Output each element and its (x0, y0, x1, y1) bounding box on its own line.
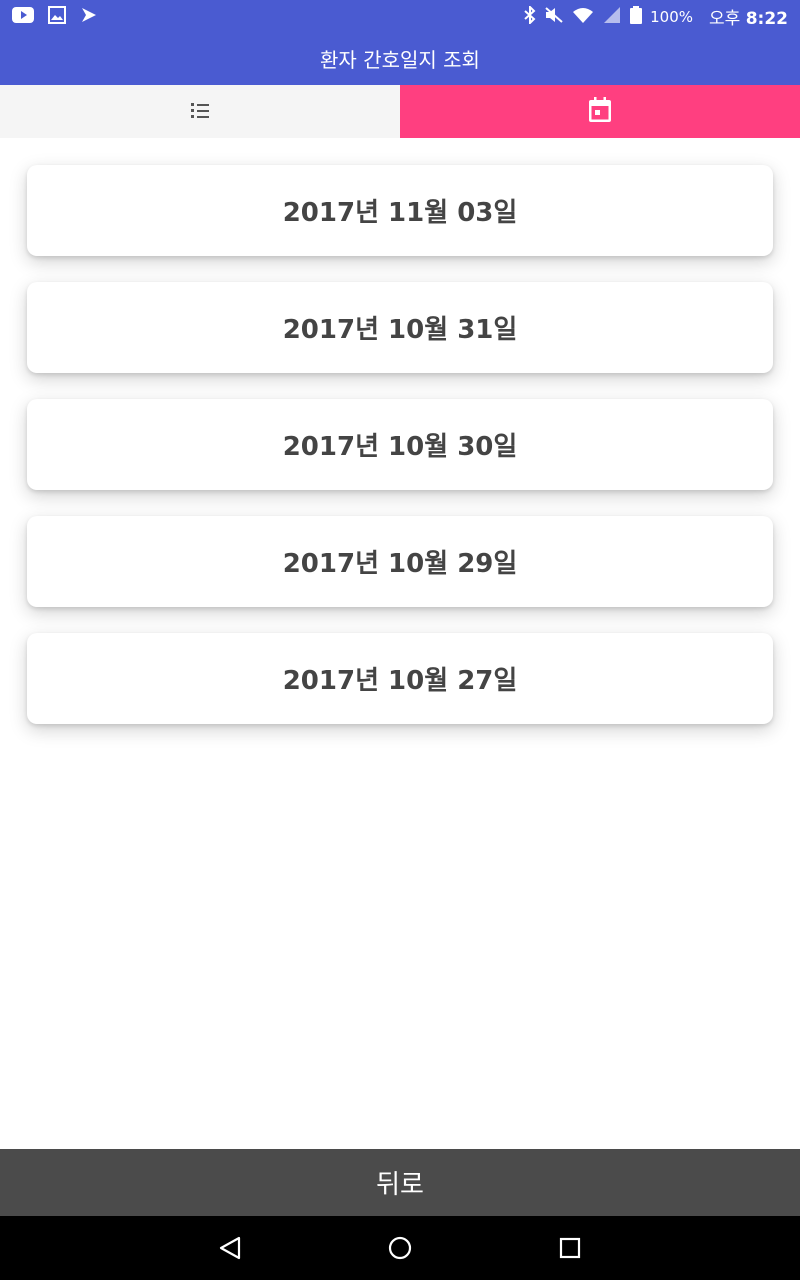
tab-list[interactable] (0, 85, 400, 138)
date-list: 2017년 11월 03일 2017년 10월 31일 2017년 10월 30… (27, 165, 773, 750)
date-label: 2017년 10월 30일 (282, 432, 518, 462)
app-header: 100% 오후 8:22 환자 간호일지 조회 (0, 0, 800, 85)
back-button-label: 뒤로 (376, 1170, 424, 1200)
app-icon (80, 6, 98, 28)
tab-bar (0, 85, 800, 138)
date-label: 2017년 10월 27일 (282, 666, 518, 696)
list-icon (190, 101, 210, 123)
battery-percent: 100% (650, 7, 694, 26)
mute-icon (544, 6, 564, 28)
date-label: 2017년 10월 29일 (282, 549, 518, 579)
tab-calendar[interactable] (400, 85, 800, 138)
gallery-icon (48, 6, 66, 28)
calendar-icon (588, 96, 612, 127)
back-button[interactable]: 뒤로 (0, 1149, 800, 1216)
status-bar: 100% 오후 8:22 (0, 0, 800, 32)
navigation-bar (0, 1216, 800, 1280)
date-label: 2017년 11월 03일 (282, 198, 518, 228)
clock: 오후 8:22 (709, 9, 788, 29)
date-card[interactable]: 2017년 10월 29일 (27, 516, 773, 607)
home-icon[interactable] (384, 1232, 416, 1264)
back-icon[interactable] (214, 1232, 246, 1264)
signal-icon (602, 6, 622, 28)
youtube-icon (12, 7, 34, 27)
wifi-icon (572, 6, 594, 28)
bluetooth-icon (524, 4, 536, 28)
date-card[interactable]: 2017년 10월 27일 (27, 633, 773, 724)
date-label: 2017년 10월 31일 (282, 315, 518, 345)
recents-icon[interactable] (554, 1232, 586, 1264)
page-title: 환자 간호일지 조회 (320, 48, 480, 72)
battery-icon (630, 5, 643, 28)
date-card[interactable]: 2017년 10월 30일 (27, 399, 773, 490)
date-card[interactable]: 2017년 10월 31일 (27, 282, 773, 373)
date-card[interactable]: 2017년 11월 03일 (27, 165, 773, 256)
